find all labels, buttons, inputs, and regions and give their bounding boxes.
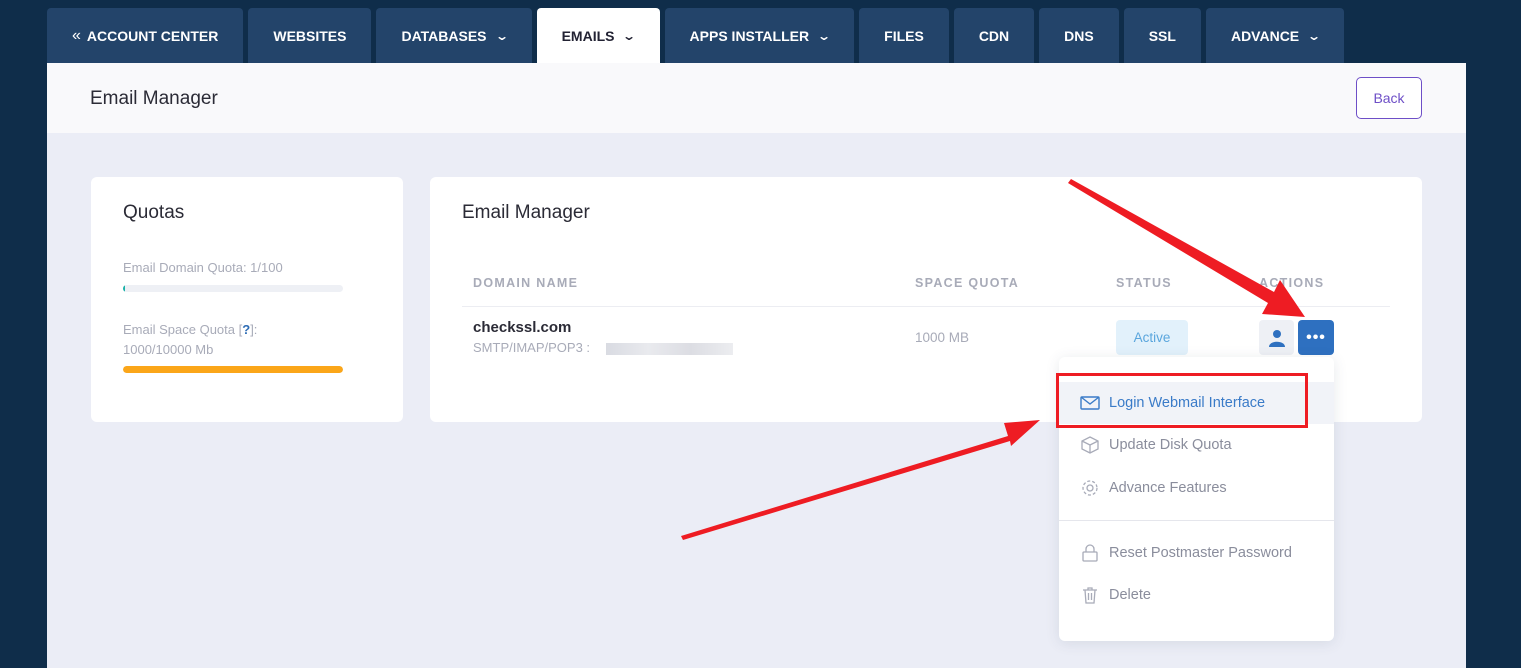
tab-ssl[interactable]: SSL bbox=[1123, 8, 1201, 63]
email-space-quota-fill bbox=[123, 366, 343, 373]
menu-item-label: Reset Postmaster Password bbox=[1109, 545, 1292, 561]
tab-databases[interactable]: DATABASES ⌄ bbox=[376, 8, 532, 63]
tab-label: APPS INSTALLER bbox=[689, 27, 810, 44]
space-quota-label-suffix: ]: bbox=[250, 322, 258, 337]
tab-apps-installer[interactable]: APPS INSTALLER ⌄ bbox=[664, 8, 855, 63]
email-domain-quota-fill bbox=[123, 285, 126, 292]
page-title: Email Manager bbox=[90, 88, 218, 109]
tab-advance[interactable]: ADVANCE ⌄ bbox=[1205, 8, 1345, 63]
user-icon bbox=[1268, 329, 1285, 347]
tab-websites[interactable]: WEBSITES bbox=[248, 8, 372, 63]
quotas-title: Quotas bbox=[123, 202, 185, 223]
main-nav-tabs: « ACCOUNT CENTER WEBSITES DATABASES ⌄ EM… bbox=[47, 8, 1345, 63]
tab-account-center[interactable]: « ACCOUNT CENTER bbox=[47, 8, 244, 63]
email-space-quota-bar bbox=[123, 366, 343, 373]
tab-label: ACCOUNT CENTER bbox=[86, 27, 219, 44]
tab-label: ADVANCE bbox=[1230, 27, 1300, 44]
quotas-card: Quotas Email Domain Quota: 1/100 Email S… bbox=[91, 177, 403, 422]
email-domain-quota-bar bbox=[123, 285, 343, 292]
menu-item-reset-postmaster-password[interactable]: Reset Postmaster Password bbox=[1059, 532, 1334, 574]
protocols-label: SMTP/IMAP/POP3 : bbox=[473, 340, 591, 355]
menu-item-delete[interactable]: Delete bbox=[1059, 574, 1334, 616]
menu-divider bbox=[1059, 520, 1334, 521]
annotation-highlight-box bbox=[1056, 373, 1308, 428]
email-domain-quota-label: Email Domain Quota: 1/100 bbox=[123, 260, 283, 275]
tab-label: EMAILS bbox=[561, 27, 615, 44]
table-divider bbox=[462, 306, 1390, 307]
status-badge: Active bbox=[1116, 320, 1188, 355]
menu-item-advance-features[interactable]: Advance Features bbox=[1059, 467, 1334, 509]
redacted-host bbox=[606, 343, 733, 355]
tab-label: CDN bbox=[978, 27, 1010, 44]
lock-icon bbox=[1080, 543, 1100, 563]
double-chevron-left-icon: « bbox=[72, 26, 81, 44]
chevron-down-icon: ⌄ bbox=[817, 28, 832, 43]
tab-dns[interactable]: DNS bbox=[1039, 8, 1119, 63]
menu-item-label: Advance Features bbox=[1109, 480, 1227, 496]
help-link[interactable]: ? bbox=[242, 322, 250, 337]
tab-label: FILES bbox=[884, 27, 924, 44]
box-icon bbox=[1080, 435, 1100, 455]
tab-label: SSL bbox=[1148, 27, 1176, 44]
email-space-quota-label: Email Space Quota [?]: 1000/10000 Mb bbox=[123, 320, 353, 360]
chevron-down-icon: ⌄ bbox=[494, 28, 509, 43]
menu-item-label: Delete bbox=[1109, 587, 1151, 603]
more-actions-button[interactable]: ••• bbox=[1298, 320, 1334, 355]
domain-name: checkssl.com bbox=[473, 319, 572, 336]
chevron-down-icon: ⌄ bbox=[1307, 28, 1322, 43]
column-header-space-quota: SPACE QUOTA bbox=[915, 276, 1020, 290]
email-manager-title: Email Manager bbox=[462, 202, 590, 223]
trash-icon bbox=[1080, 585, 1100, 605]
ellipsis-icon: ••• bbox=[1306, 328, 1326, 346]
menu-item-update-disk-quota[interactable]: Update Disk Quota bbox=[1059, 424, 1334, 466]
tab-emails[interactable]: EMAILS ⌄ bbox=[536, 8, 660, 63]
space-quota-label-prefix: Email Space Quota [ bbox=[123, 322, 243, 337]
chevron-down-icon: ⌄ bbox=[622, 28, 637, 43]
tab-cdn[interactable]: CDN bbox=[953, 8, 1035, 63]
column-header-status: STATUS bbox=[1116, 276, 1172, 290]
back-button[interactable]: Back bbox=[1356, 77, 1422, 119]
tab-label: DATABASES bbox=[401, 27, 487, 44]
gear-icon bbox=[1080, 478, 1100, 498]
column-header-domain: DOMAIN NAME bbox=[473, 276, 579, 290]
space-quota-value: 1000 MB bbox=[915, 330, 970, 345]
user-action-button[interactable] bbox=[1259, 320, 1294, 355]
page-header: Email Manager Back bbox=[47, 63, 1466, 133]
menu-item-label: Update Disk Quota bbox=[1109, 437, 1232, 453]
tab-files[interactable]: FILES bbox=[859, 8, 949, 63]
tab-label: DNS bbox=[1064, 27, 1094, 44]
space-quota-value: 1000/10000 Mb bbox=[123, 342, 214, 357]
column-header-actions: ACTIONS bbox=[1259, 276, 1325, 290]
tab-label: WEBSITES bbox=[273, 27, 347, 44]
